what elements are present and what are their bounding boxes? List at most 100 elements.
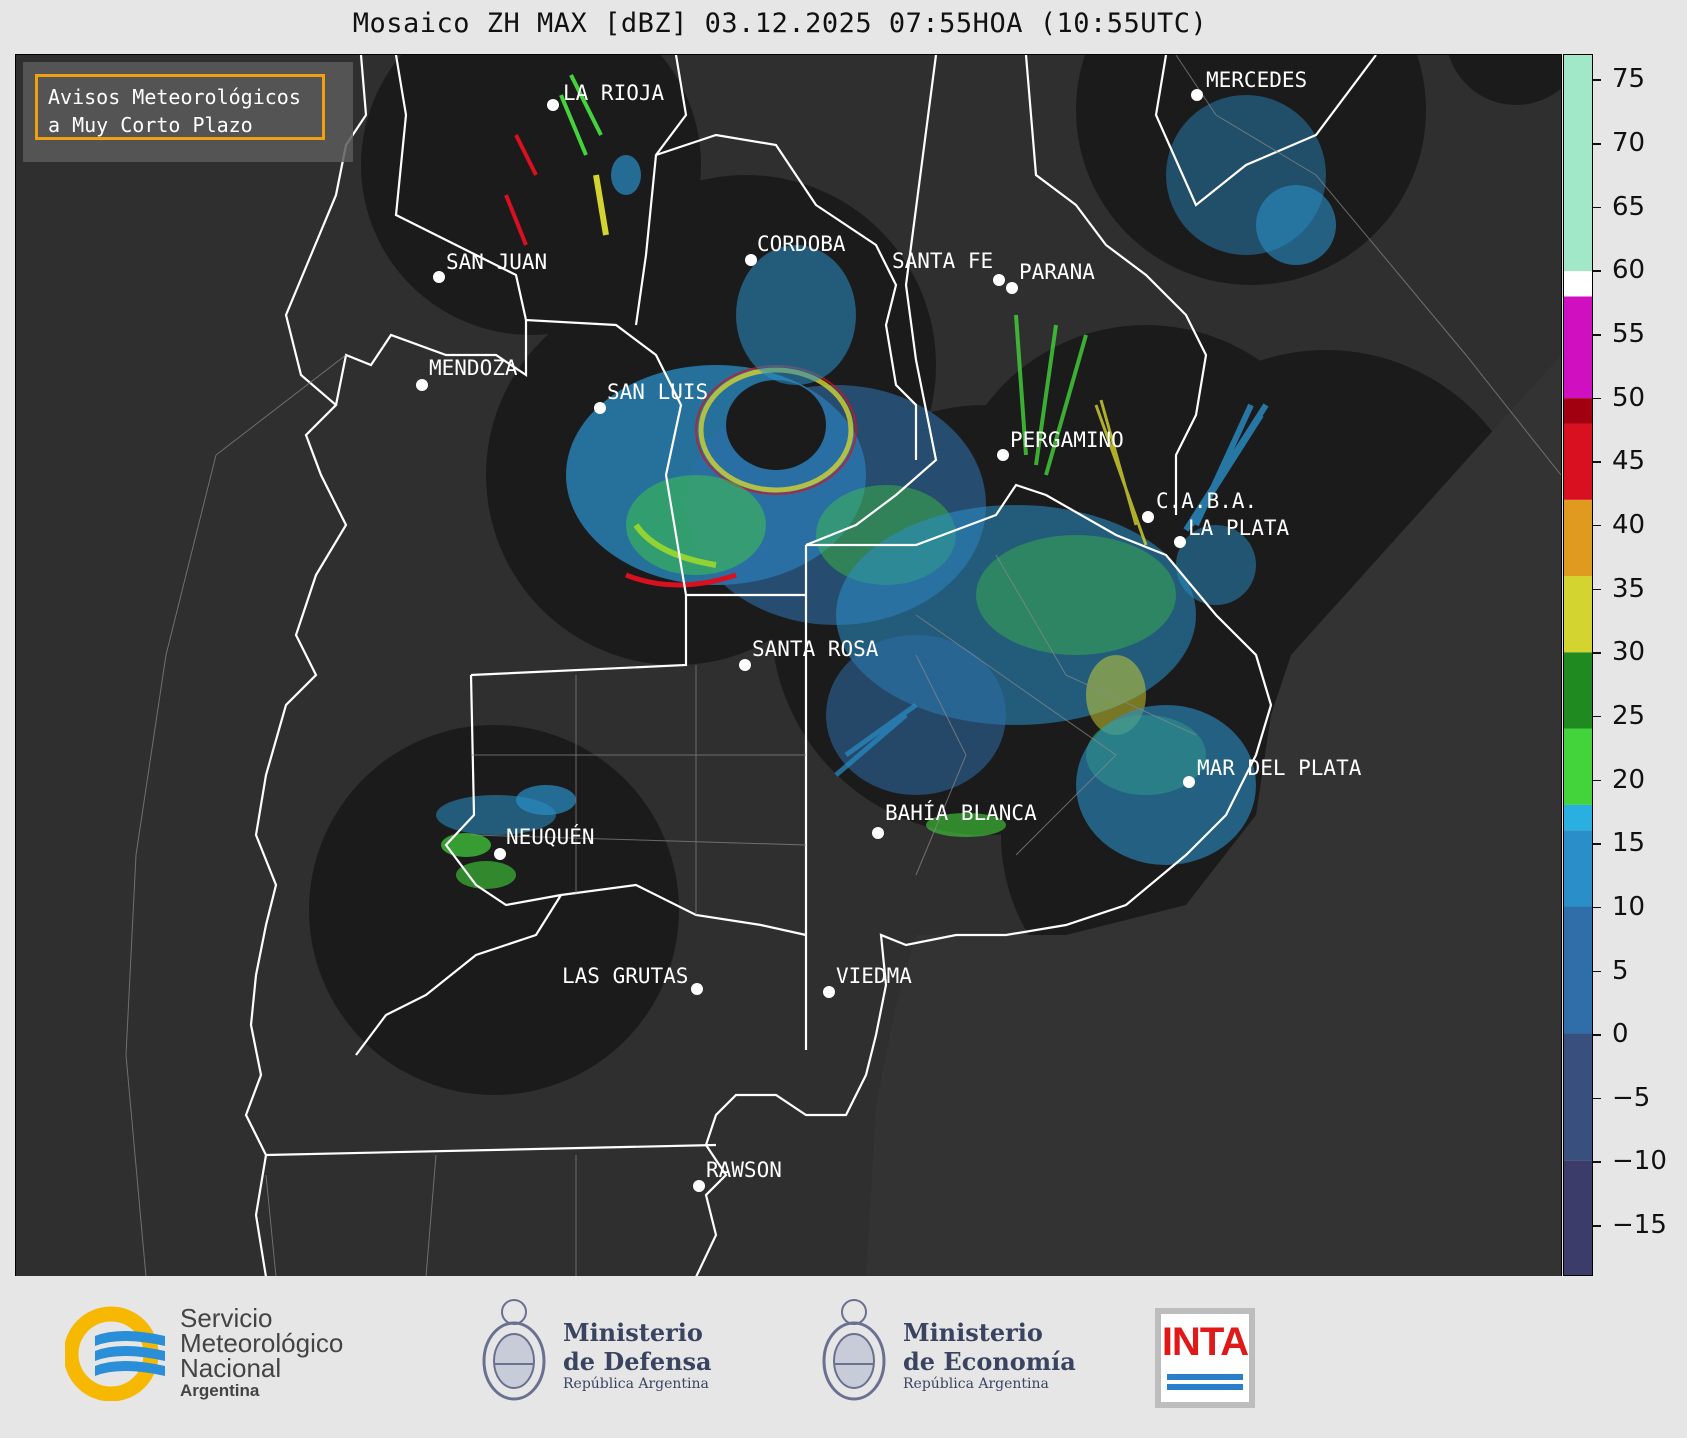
notice-panel: Avisos Meteorológicos a Muy Corto Plazo	[23, 62, 353, 162]
economia-line-1: Ministerio	[903, 1318, 1043, 1347]
city-mendoza[interactable]: MENDOZA	[416, 356, 518, 391]
colorbar-segment	[1564, 1033, 1592, 1161]
colorbar-segment	[1564, 296, 1592, 399]
colorbar-tick-mark	[1593, 79, 1601, 81]
svg-text:VIEDMA: VIEDMA	[836, 964, 912, 988]
colorbar-tick-mark	[1593, 906, 1601, 909]
radar-map[interactable]: LA RIOJA MERCEDES CORDOBA SAN JUAN SANTA…	[15, 54, 1562, 1278]
svg-text:PERGAMINO: PERGAMINO	[1010, 428, 1124, 452]
colorbar-segment	[1564, 1160, 1592, 1275]
colorbar-segment	[1564, 830, 1592, 907]
colorbar-segment	[1564, 576, 1592, 653]
city-viedma[interactable]: VIEDMA	[823, 964, 912, 998]
colorbar-segment	[1564, 423, 1592, 500]
colorbar-tick-mark	[1593, 970, 1601, 972]
colorbar-tick-mark	[1593, 270, 1601, 272]
colorbar-tick-mark	[1593, 143, 1601, 145]
svg-text:LA RIOJA: LA RIOJA	[563, 81, 665, 105]
colorbar-tick-label: 0	[1612, 1019, 1629, 1050]
svg-text:SAN JUAN: SAN JUAN	[446, 250, 547, 274]
defensa-line-2: de Defensa	[563, 1347, 712, 1376]
svg-text:PARANA: PARANA	[1019, 260, 1095, 284]
svg-text:MAR DEL PLATA: MAR DEL PLATA	[1197, 756, 1362, 780]
colorbar-tick-label: −5	[1612, 1082, 1651, 1113]
dbz-colorbar	[1563, 54, 1593, 1276]
svg-text:LA PLATA: LA PLATA	[1188, 516, 1290, 540]
smn-emblem-icon	[65, 1306, 165, 1401]
smn-logo[interactable]: Servicio Meteorológico Nacional Argentin…	[65, 1305, 385, 1401]
defensa-line-1: Ministerio	[563, 1318, 703, 1347]
inta-text: INTA	[1161, 1320, 1249, 1364]
svg-text:NEUQUÉN: NEUQUÉN	[506, 824, 595, 849]
colorbar-tick-mark	[1593, 715, 1601, 718]
colorbar-tick-mark	[1593, 779, 1601, 782]
notice-box[interactable]: Avisos Meteorológicos a Muy Corto Plazo	[35, 74, 325, 140]
svg-text:SANTA ROSA: SANTA ROSA	[752, 637, 879, 661]
economia-line-3: República Argentina	[903, 1376, 1049, 1392]
colorbar-segment	[1564, 271, 1592, 297]
colorbar-segment	[1564, 728, 1592, 805]
colorbar-tick-label: 50	[1612, 382, 1646, 413]
footer-logos: Servicio Meteorológico Nacional Argentin…	[0, 1276, 1687, 1438]
colorbar-tick-label: 55	[1612, 319, 1646, 350]
colorbar-segment	[1564, 906, 1592, 1034]
colorbar-tick-mark	[1593, 524, 1601, 527]
city-rawson[interactable]: RAWSON	[693, 1158, 782, 1192]
radar-coverage-ne	[1448, 55, 1561, 105]
colorbar-tick-mark	[1593, 588, 1601, 591]
colorbar-segment	[1564, 804, 1592, 831]
colorbar-tick-label: −10	[1612, 1146, 1667, 1177]
economia-logo[interactable]: Ministerio de Economía República Argenti…	[818, 1296, 1078, 1414]
svg-text:MERCEDES: MERCEDES	[1206, 68, 1307, 92]
colorbar-tick-mark	[1593, 206, 1601, 209]
svg-text:SAN LUIS: SAN LUIS	[607, 380, 708, 404]
colorbar-tick-mark	[1593, 397, 1601, 400]
colorbar-tick-label: 70	[1612, 128, 1646, 159]
colorbar-tick-mark	[1593, 1034, 1601, 1036]
colorbar-tick-label: 10	[1612, 891, 1646, 922]
smn-line-3: Nacional	[180, 1353, 282, 1383]
svg-text:MENDOZA: MENDOZA	[429, 356, 518, 380]
svg-text:LAS GRUTAS: LAS GRUTAS	[562, 964, 688, 988]
radar-coverage-neuquen	[309, 725, 679, 1095]
svg-text:RAWSON: RAWSON	[706, 1158, 782, 1182]
colorbar-tick-label: 65	[1612, 191, 1646, 222]
colorbar-tick-mark	[1593, 843, 1601, 845]
svg-text:BAHÍA BLANCA: BAHÍA BLANCA	[885, 800, 1037, 825]
colorbar-tick-label: 30	[1612, 637, 1646, 668]
economia-line-2: de Economía	[903, 1347, 1076, 1376]
colorbar-tick-label: 35	[1612, 573, 1646, 604]
colorbar-tick-mark	[1593, 1161, 1601, 1163]
colorbar-tick-mark	[1593, 461, 1601, 463]
colorbar-tick-label: 20	[1612, 764, 1646, 795]
colorbar-tick-label: −15	[1612, 1210, 1667, 1241]
city-parana[interactable]: PARANA	[1006, 260, 1095, 294]
svg-text:C.A.B.A.: C.A.B.A.	[1156, 489, 1257, 513]
map-title: Mosaico ZH MAX [dBZ] 03.12.2025 07:55HOA…	[352, 8, 1208, 39]
colorbar-tick-label: 5	[1612, 955, 1629, 986]
national-shield-icon	[822, 1299, 886, 1401]
colorbar-tick-label: 15	[1612, 828, 1646, 859]
colorbar-segment	[1564, 499, 1592, 577]
colorbar-segment	[1564, 398, 1592, 424]
notice-line-2: a Muy Corto Plazo	[48, 113, 253, 137]
colorbar-tick-label: 75	[1612, 64, 1646, 95]
svg-text:SANTA FE: SANTA FE	[892, 249, 993, 273]
defensa-line-3: República Argentina	[563, 1376, 709, 1392]
defensa-logo[interactable]: Ministerio de Defensa República Argentin…	[478, 1296, 728, 1414]
colorbar-tick-mark	[1593, 334, 1601, 336]
inta-logo[interactable]: INTA	[1155, 1308, 1255, 1408]
colorbar-tick-label: 25	[1612, 700, 1646, 731]
colorbar-tick-label: 40	[1612, 509, 1646, 540]
colorbar-segment	[1564, 652, 1592, 729]
colorbar-segment	[1564, 55, 1592, 272]
colorbar-tick-mark	[1593, 652, 1601, 654]
colorbar-tick-label: 45	[1612, 446, 1646, 477]
national-shield-icon	[482, 1299, 546, 1401]
map-canvas: LA RIOJA MERCEDES CORDOBA SAN JUAN SANTA…	[125, 55, 1561, 1277]
svg-text:CORDOBA: CORDOBA	[757, 232, 846, 256]
notice-line-1: Avisos Meteorológicos	[48, 85, 301, 109]
smn-line-4: Argentina	[180, 1381, 260, 1400]
colorbar-tick-mark	[1593, 1225, 1601, 1227]
colorbar-tick-mark	[1593, 1097, 1601, 1100]
